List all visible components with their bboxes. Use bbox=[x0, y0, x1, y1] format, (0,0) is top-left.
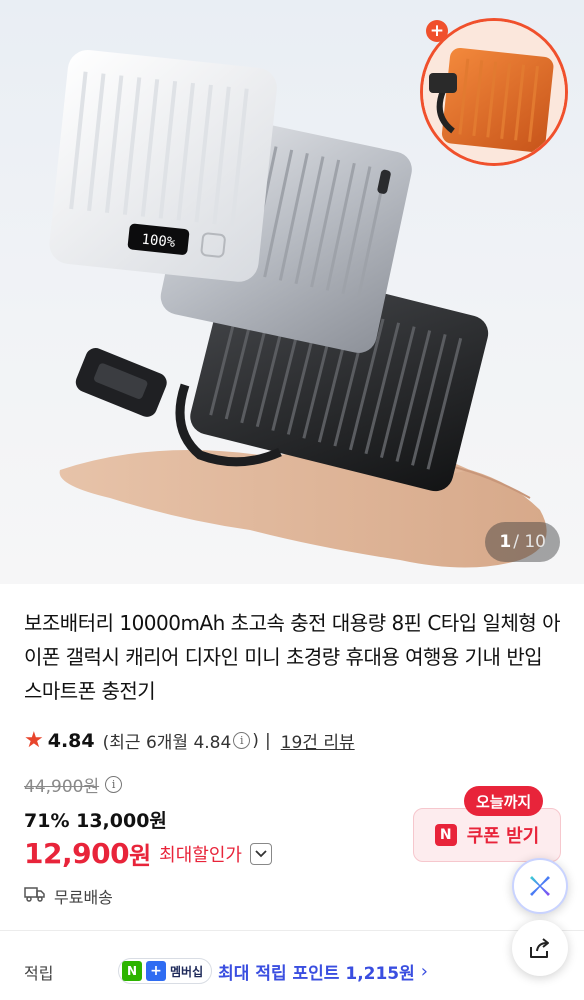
shipping-label: 무료배송 bbox=[54, 888, 113, 907]
original-price-row: 44,900원 i bbox=[24, 772, 124, 797]
separator: | bbox=[264, 730, 271, 751]
image-counter-total: / 10 bbox=[513, 532, 546, 552]
naver-n-icon: N bbox=[434, 824, 457, 846]
naver-n-icon: N bbox=[122, 961, 142, 981]
chevron-down-icon[interactable] bbox=[249, 842, 272, 865]
final-price-unit: 원 bbox=[129, 842, 152, 870]
points-label: 적립 bbox=[24, 964, 54, 983]
points-link[interactable]: N + 멤버십 최대 적립 포인트 1,215원 › bbox=[118, 958, 428, 984]
product-image[interactable]: 100% + 1 / 10 bbox=[0, 0, 584, 584]
shipping-row: 무료배송 bbox=[24, 884, 113, 908]
original-price: 44,900원 bbox=[24, 777, 100, 797]
chevron-right-icon: › bbox=[420, 960, 428, 982]
info-icon[interactable]: i bbox=[233, 732, 251, 749]
max-points-text: 최대 적립 포인트 1,215원 bbox=[218, 963, 415, 984]
price-info-icon[interactable]: i bbox=[105, 776, 123, 793]
image-counter-current: 1 bbox=[499, 532, 512, 552]
discount-price: 71% 13,000원 bbox=[24, 810, 167, 832]
rating-score: 4.84 bbox=[47, 729, 95, 752]
plus-icon: + bbox=[146, 961, 166, 981]
sparkle-icon bbox=[530, 876, 550, 896]
plus-badge: + bbox=[426, 20, 448, 42]
recent-rating: (최근 6개월 4.84 bbox=[102, 733, 232, 753]
truck-icon bbox=[24, 886, 46, 906]
review-count-link[interactable]: 19건 리뷰 bbox=[281, 728, 355, 753]
membership-label: 멤버십 bbox=[170, 964, 204, 979]
coupon-button-label: 쿠폰 받기 bbox=[466, 826, 540, 847]
share-button[interactable] bbox=[512, 920, 568, 976]
final-price: 12,900 bbox=[24, 837, 130, 870]
max-discount-label: 최대할인가 bbox=[159, 844, 242, 866]
star-icon: ★ bbox=[24, 728, 44, 753]
rating-row: ★ 4.84 (최근 6개월 4.84 i ) | 19건 리뷰 bbox=[24, 728, 355, 753]
share-icon bbox=[530, 938, 549, 958]
divider bbox=[0, 930, 584, 931]
image-counter: 1 / 10 bbox=[485, 522, 560, 562]
product-title: 보조배터리 10000mAh 초고속 충전 대용량 8핀 C타입 일체형 아이폰… bbox=[24, 611, 561, 703]
ai-assistant-button[interactable] bbox=[512, 858, 568, 914]
naver-plus-membership-badge: N + 멤버십 bbox=[118, 958, 213, 984]
final-price-row: 12,900 원 최대할인가 bbox=[24, 836, 272, 871]
orange-power-bank-image bbox=[423, 21, 565, 163]
recent-rating-close: ) bbox=[252, 730, 259, 751]
coupon-button[interactable]: N 쿠폰 받기 bbox=[413, 808, 561, 862]
today-only-tag: 오늘까지 bbox=[464, 786, 544, 816]
